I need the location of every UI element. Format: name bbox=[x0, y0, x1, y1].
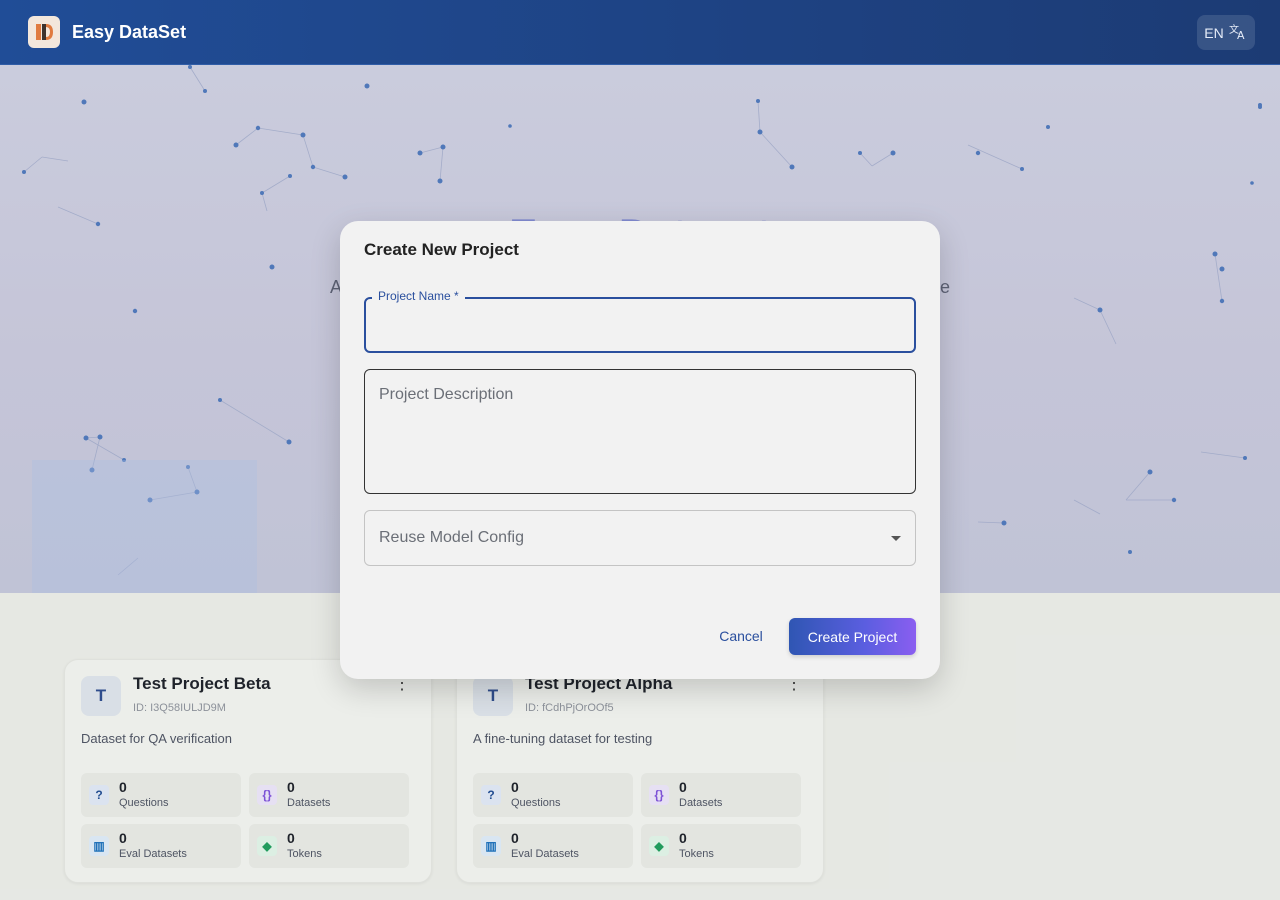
project-name-input[interactable] bbox=[378, 313, 902, 339]
reuse-model-config-placeholder: Reuse Model Config bbox=[379, 529, 524, 546]
dropdown-arrow-icon bbox=[891, 536, 901, 541]
cancel-button[interactable]: Cancel bbox=[706, 618, 776, 654]
dialog-title: Create New Project bbox=[364, 240, 519, 259]
project-description-field[interactable] bbox=[364, 369, 916, 494]
reuse-model-config-select[interactable]: Reuse Model Config bbox=[364, 510, 916, 566]
create-project-dialog: Create New Project Project Name * Reuse … bbox=[340, 221, 940, 679]
project-description-input[interactable] bbox=[377, 384, 906, 483]
project-name-label: Project Name * bbox=[372, 289, 465, 303]
create-project-button[interactable]: Create Project bbox=[789, 618, 916, 655]
project-name-field[interactable]: Project Name * bbox=[364, 289, 916, 353]
